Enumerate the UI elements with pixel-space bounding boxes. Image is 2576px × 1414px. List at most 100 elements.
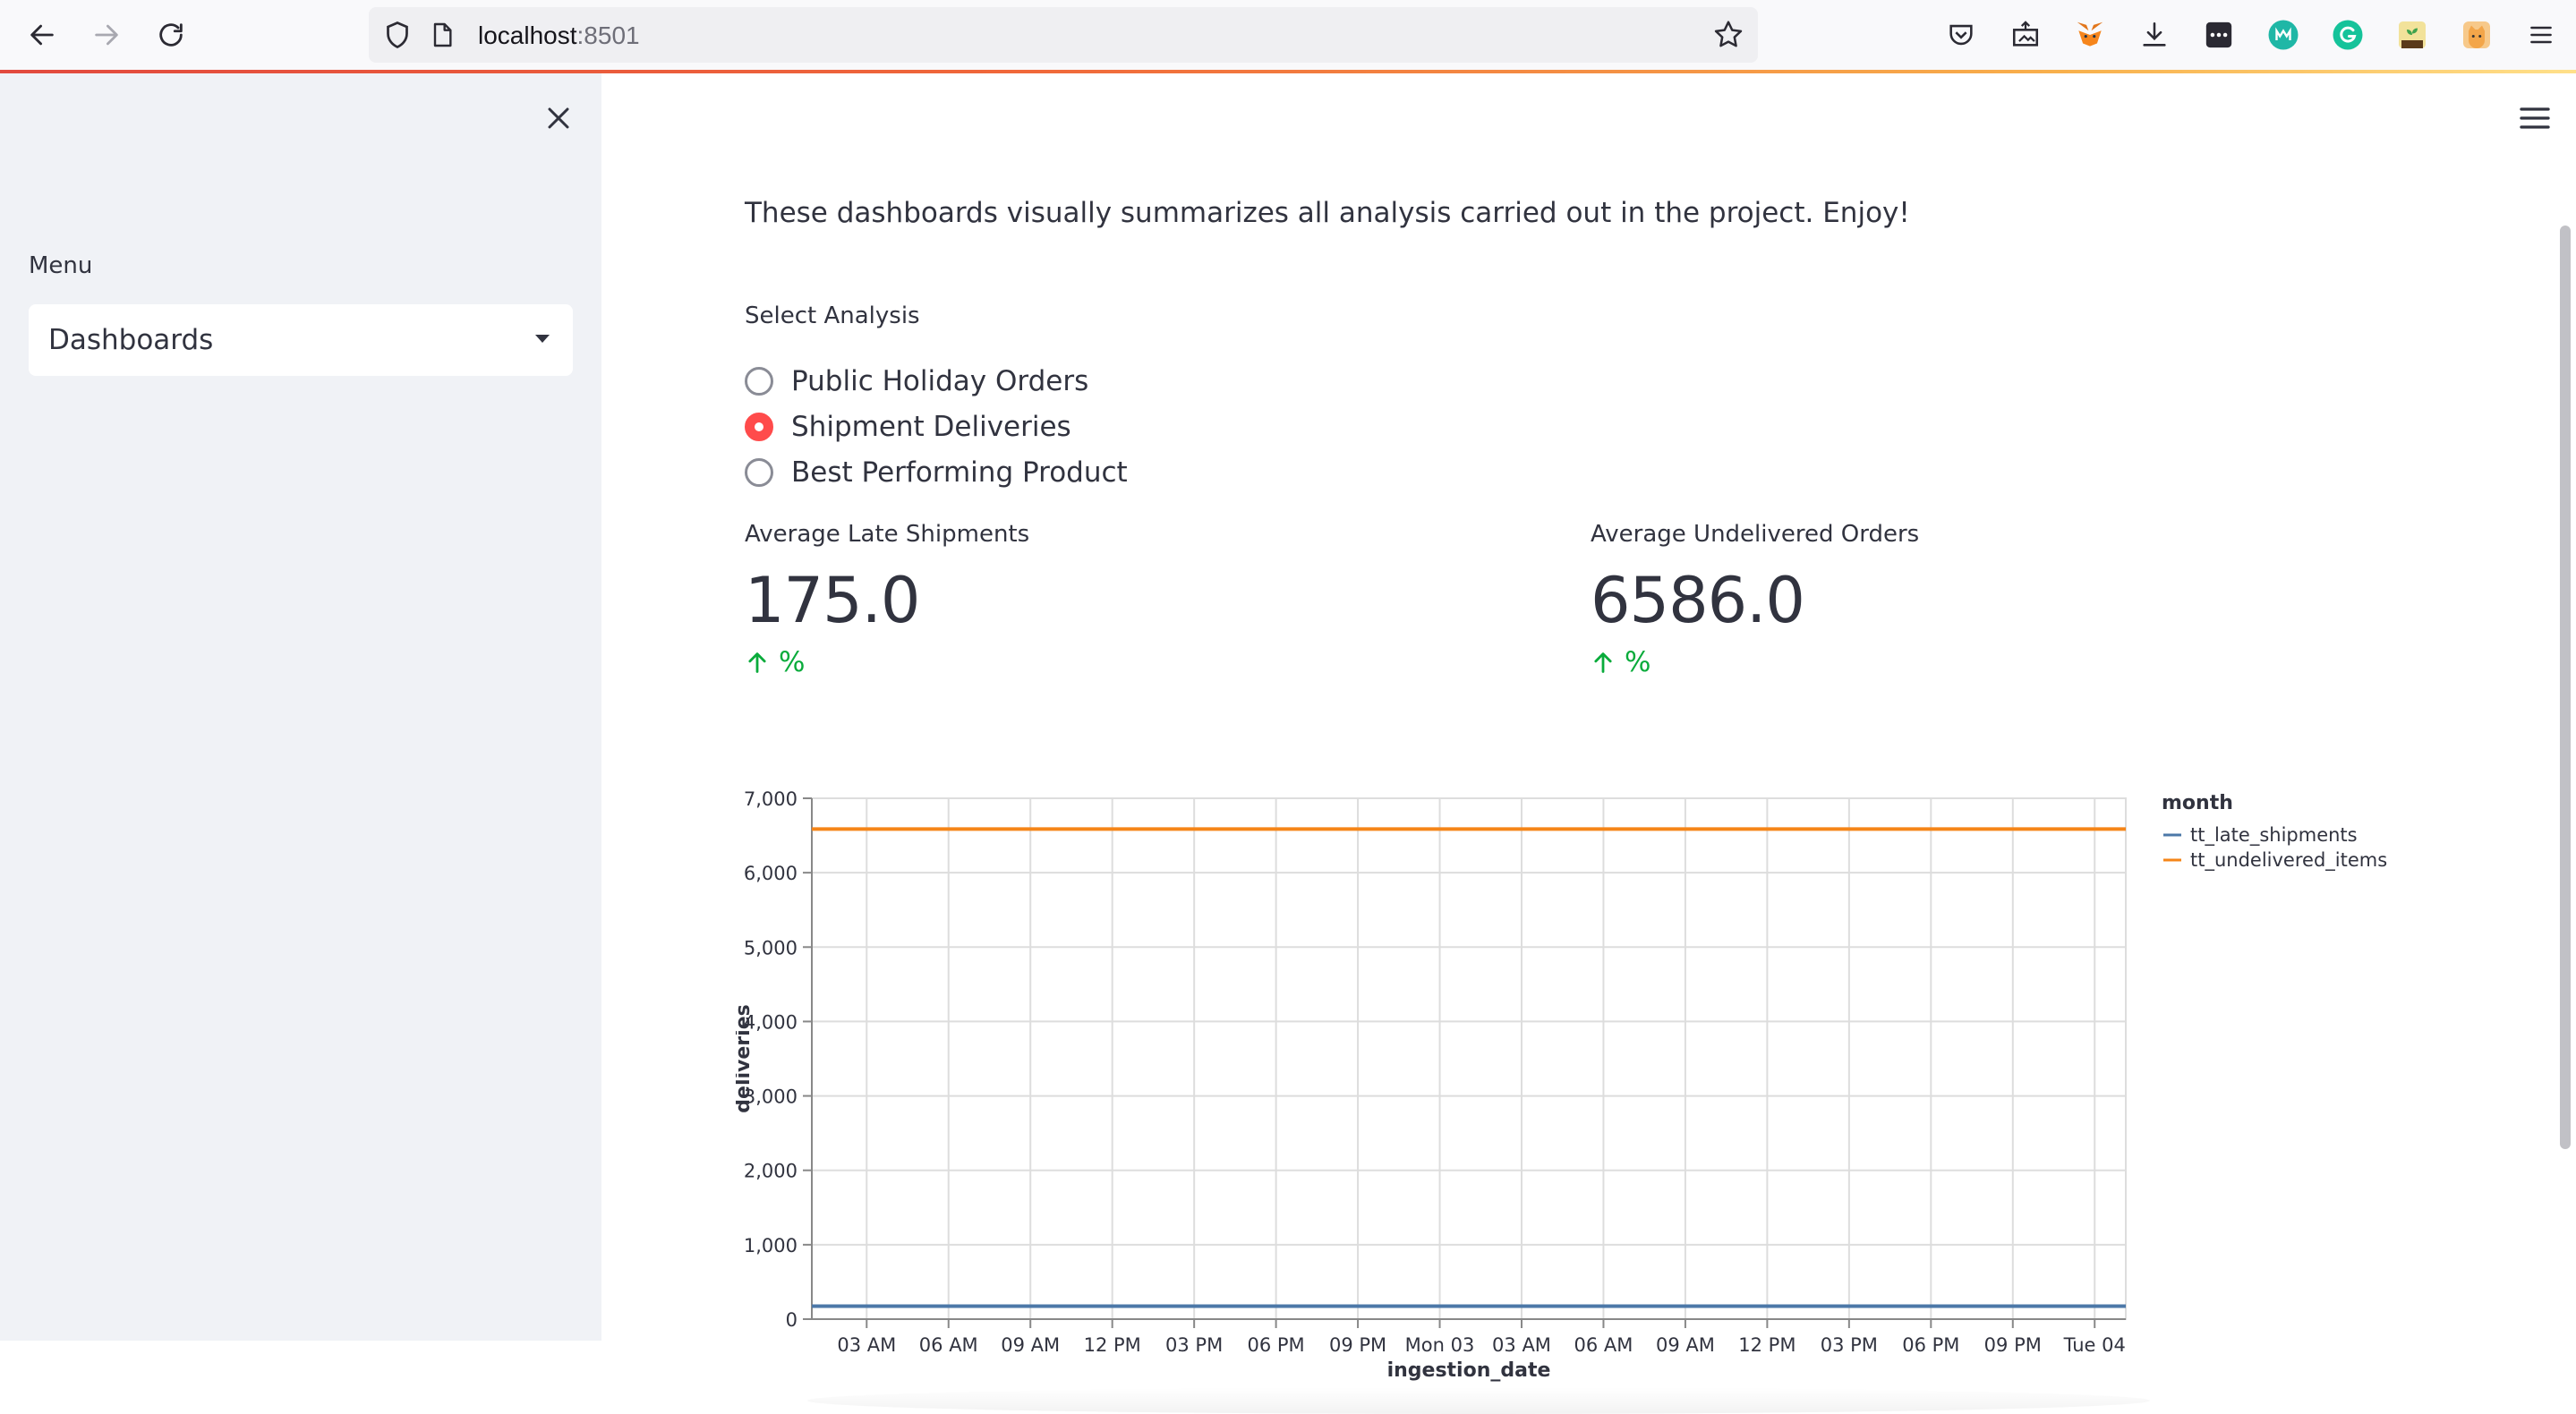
x-tick-label: 03 AM (1492, 1334, 1551, 1356)
reload-icon (159, 23, 183, 47)
x-tick-label: 06 AM (919, 1334, 978, 1356)
x-tick-label: 12 PM (1084, 1334, 1141, 1356)
analysis-radio-group: Public Holiday Orders Shipment Deliverie… (745, 358, 1128, 495)
browser-menu-button[interactable] (2519, 13, 2563, 57)
url-host: localhost (478, 21, 577, 49)
plant-extension-button[interactable] (2390, 13, 2435, 57)
menu-icon (2530, 26, 2552, 44)
x-tick-label: 09 AM (1656, 1334, 1715, 1356)
deliveries-chart: 0 1,000 2,000 3,000 4,000 5,000 6,000 7,000 03 A… (732, 709, 2481, 1389)
scrollbar[interactable] (2560, 226, 2571, 1149)
chevron-down-icon (535, 335, 550, 343)
radio-button[interactable] (745, 457, 773, 487)
plot-area (811, 797, 2127, 1320)
shield-icon[interactable] (381, 19, 414, 51)
grammarly-icon (2333, 20, 2363, 50)
reload-button[interactable] (150, 14, 192, 55)
sidebar-close-button[interactable] (535, 95, 582, 141)
x-tick-label: 03 PM (1165, 1334, 1223, 1356)
download-button[interactable] (2132, 13, 2177, 57)
radio-group-label: Select Analysis (745, 302, 920, 329)
screenshot-icon (2012, 21, 2039, 47)
x-tick-label: 09 AM (1001, 1334, 1060, 1356)
back-button[interactable] (21, 14, 63, 55)
hamburger-menu-icon[interactable] (2517, 100, 2553, 136)
y-tick-label: 0 (786, 1309, 798, 1331)
sidebar: Menu Dashboards (0, 73, 601, 1341)
page-icon[interactable] (428, 20, 456, 50)
cat-extension-icon (2463, 21, 2490, 48)
x-tick-label: 03 AM (837, 1334, 896, 1356)
bookmark-star-icon[interactable] (1711, 18, 1745, 52)
x-tick-label: Tue 04 (2063, 1334, 2126, 1356)
radio-option-shipment-deliveries[interactable]: Shipment Deliveries (745, 404, 1128, 449)
close-icon (548, 107, 569, 129)
url-port: :8501 (576, 21, 640, 49)
legend-entry: tt_late_shipments (2190, 824, 2358, 847)
dots-extension-button[interactable] (2196, 13, 2241, 57)
deliveries-line-chart: 01,0002,0003,0004,0005,0006,0007,00003 A… (732, 788, 2387, 1382)
legend-title: month (2162, 792, 2233, 814)
y-tick-label: 6,000 (744, 863, 798, 884)
cat-extension-button[interactable] (2454, 13, 2499, 57)
metamask-button[interactable] (2068, 13, 2112, 57)
x-tick-label: 03 PM (1821, 1334, 1878, 1356)
metric-delta: % (745, 646, 1029, 678)
arrow-up-icon (748, 652, 766, 673)
radio-option-label: Best Performing Product (791, 456, 1128, 489)
metric-delta: % (1591, 646, 1919, 678)
arrow-left-icon (30, 24, 54, 46)
metric-label: Average Undelivered Orders (1591, 521, 1920, 548)
radio-option-best-performing-product[interactable]: Best Performing Product (745, 449, 1128, 495)
m-extension-button[interactable] (2261, 13, 2306, 57)
y-tick-label: 1,000 (744, 1235, 798, 1256)
pocket-icon (1949, 24, 1973, 46)
menu-select[interactable]: Dashboards (29, 304, 573, 376)
forward-button[interactable] (86, 14, 127, 55)
y-axis-title: deliveries (736, 1004, 755, 1112)
x-axis-title: ingestion_date (1387, 1359, 1551, 1382)
intro-text: These dashboards visually summarizes all… (745, 197, 1910, 229)
x-tick-label: Mon 03 (1405, 1334, 1475, 1356)
extension-bar (1939, 13, 2576, 57)
metric-delta-text: % (1625, 646, 1651, 678)
plant-extension-icon (2399, 21, 2426, 48)
main-content: These dashboards visually summarizes all… (601, 73, 2576, 1414)
x-tick-label: 12 PM (1738, 1334, 1796, 1356)
m-extension-icon (2268, 20, 2299, 50)
x-tick-label: 06 PM (1248, 1334, 1305, 1356)
metric-delta-text: % (779, 646, 806, 678)
url-text[interactable]: localhost:8501 (478, 21, 640, 50)
metric-label: Average Late Shipments (745, 521, 1030, 548)
bottom-shadow (807, 1387, 2150, 1414)
arrow-up-icon (1594, 652, 1612, 673)
radio-option-public-holiday-orders[interactable]: Public Holiday Orders (745, 358, 1128, 404)
pocket-button[interactable] (1939, 13, 1983, 57)
arrow-right-icon (95, 24, 118, 46)
y-tick-label: 7,000 (744, 788, 798, 810)
extension-dots-icon (2205, 21, 2232, 48)
radio-option-label: Public Holiday Orders (791, 364, 1089, 397)
url-bar[interactable]: localhost:8501 (369, 7, 1758, 63)
x-tick-label: 09 PM (1984, 1334, 2042, 1356)
metric-late-shipments: Average Late Shipments 175.0 % (745, 521, 1029, 678)
x-tick-label: 06 PM (1902, 1334, 1959, 1356)
sidebar-menu-label: Menu (29, 252, 93, 279)
download-icon (2143, 21, 2166, 47)
x-tick-label: 06 AM (1574, 1334, 1633, 1356)
x-tick-label: 09 PM (1329, 1334, 1386, 1356)
metamask-icon (2077, 21, 2103, 47)
metric-value: 175.0 (745, 564, 920, 637)
metric-undelivered-orders: Average Undelivered Orders 6586.0 % (1591, 521, 1919, 678)
grammarly-button[interactable] (2325, 13, 2370, 57)
screenshot-button[interactable] (2003, 13, 2048, 57)
y-tick-label: 5,000 (744, 937, 798, 958)
legend-entry: tt_undelivered_items (2190, 849, 2387, 872)
radio-option-label: Shipment Deliveries (791, 410, 1071, 443)
browser-toolbar: localhost:8501 (0, 0, 2576, 70)
menu-select-value: Dashboards (48, 324, 214, 356)
metric-value: 6586.0 (1591, 564, 1805, 637)
radio-button[interactable] (745, 412, 773, 441)
radio-button[interactable] (745, 366, 773, 396)
y-tick-label: 2,000 (744, 1161, 798, 1182)
